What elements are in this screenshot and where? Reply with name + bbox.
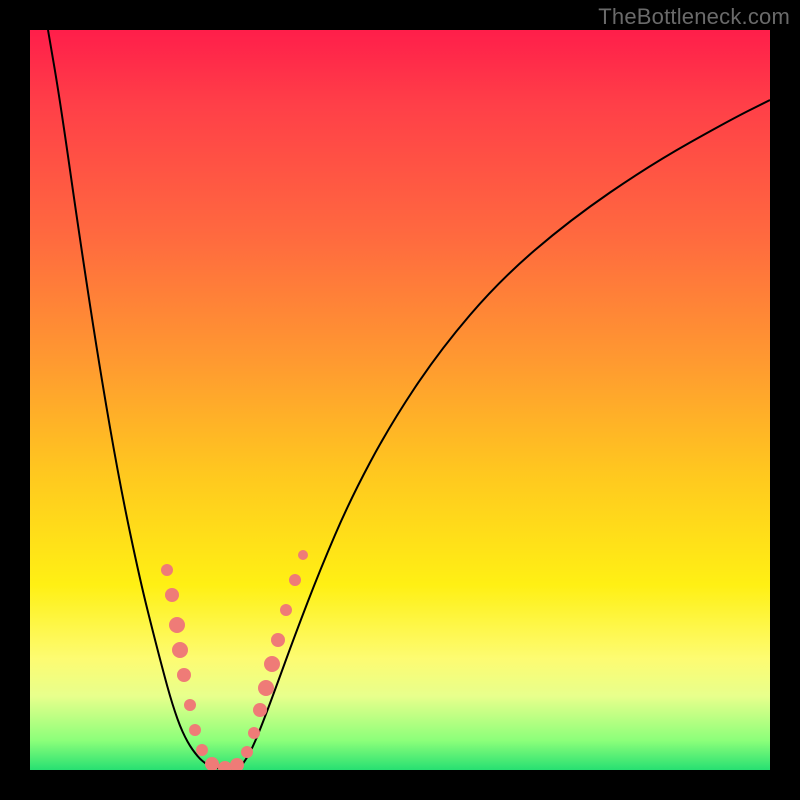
- curve-group: [48, 30, 770, 769]
- data-marker: [241, 746, 253, 758]
- data-marker: [205, 757, 219, 770]
- curve-right: [242, 100, 770, 765]
- chart-svg: [30, 30, 770, 770]
- plot-area: [30, 30, 770, 770]
- data-marker: [165, 588, 179, 602]
- data-marker: [271, 633, 285, 647]
- data-marker: [298, 550, 308, 560]
- data-marker: [280, 604, 292, 616]
- watermark-text: TheBottleneck.com: [598, 4, 790, 30]
- data-marker: [177, 668, 191, 682]
- chart-frame: TheBottleneck.com: [0, 0, 800, 800]
- data-marker: [184, 699, 196, 711]
- data-marker: [258, 680, 274, 696]
- data-marker: [169, 617, 185, 633]
- data-marker: [172, 642, 188, 658]
- data-marker: [289, 574, 301, 586]
- data-marker: [189, 724, 201, 736]
- data-marker: [253, 703, 267, 717]
- data-marker: [248, 727, 260, 739]
- data-marker: [161, 564, 173, 576]
- data-marker: [264, 656, 280, 672]
- data-marker: [196, 744, 208, 756]
- data-marker: [218, 761, 232, 770]
- data-marker: [230, 758, 244, 770]
